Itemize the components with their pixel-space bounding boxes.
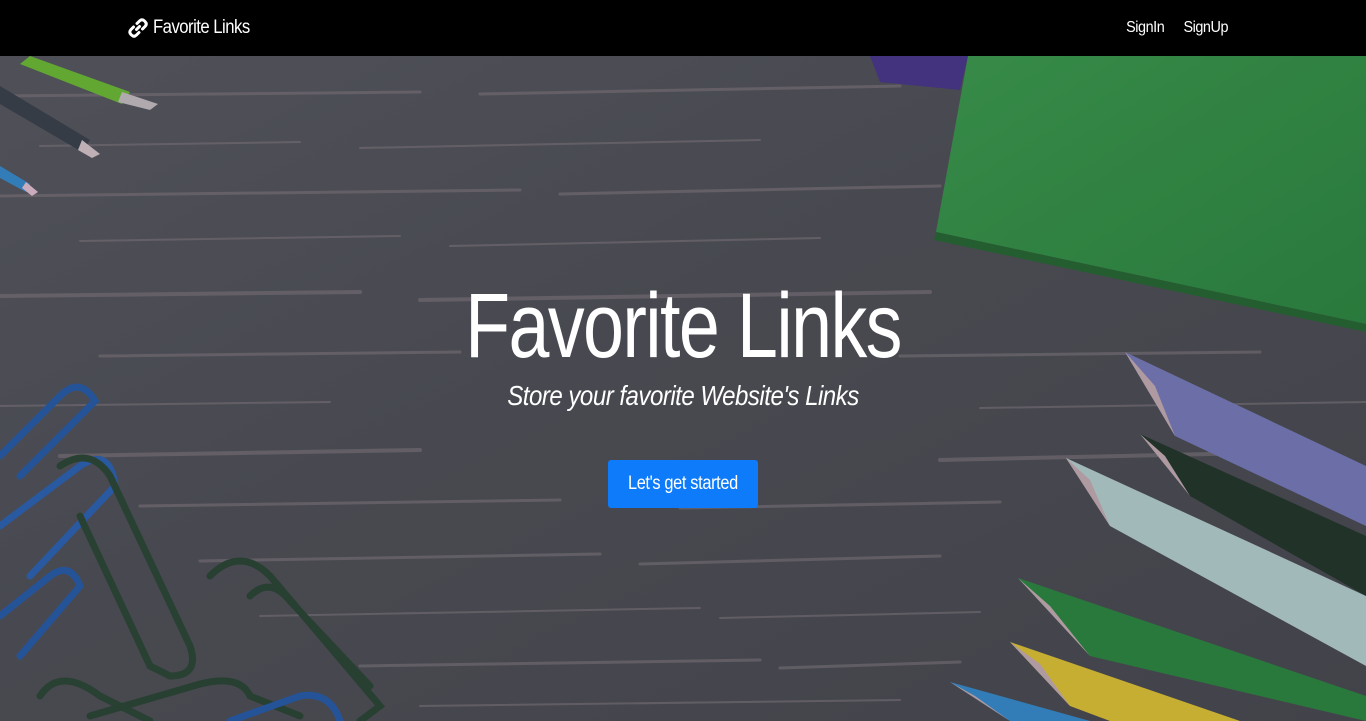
get-started-button[interactable]: Let's get started: [608, 460, 758, 508]
signin-link[interactable]: SignIn: [1126, 19, 1165, 37]
get-started-label: Let's get started: [628, 473, 738, 494]
landing-page: Favorite Links SignIn SignUp Favorite Li…: [0, 0, 1366, 721]
hero-title: Favorite Links: [465, 275, 902, 377]
brand-link[interactable]: Favorite Links: [128, 14, 263, 42]
link-icon: [128, 18, 148, 38]
hero-section: Favorite Links Store your favorite Websi…: [0, 56, 1366, 721]
brand-name: Favorite Links: [153, 17, 250, 38]
signup-link[interactable]: SignUp: [1183, 19, 1228, 37]
hero-subtitle: Store your favorite Website's Links: [507, 380, 859, 411]
nav-links: SignIn SignUp: [1110, 14, 1230, 42]
top-navbar: Favorite Links SignIn SignUp: [0, 0, 1366, 56]
